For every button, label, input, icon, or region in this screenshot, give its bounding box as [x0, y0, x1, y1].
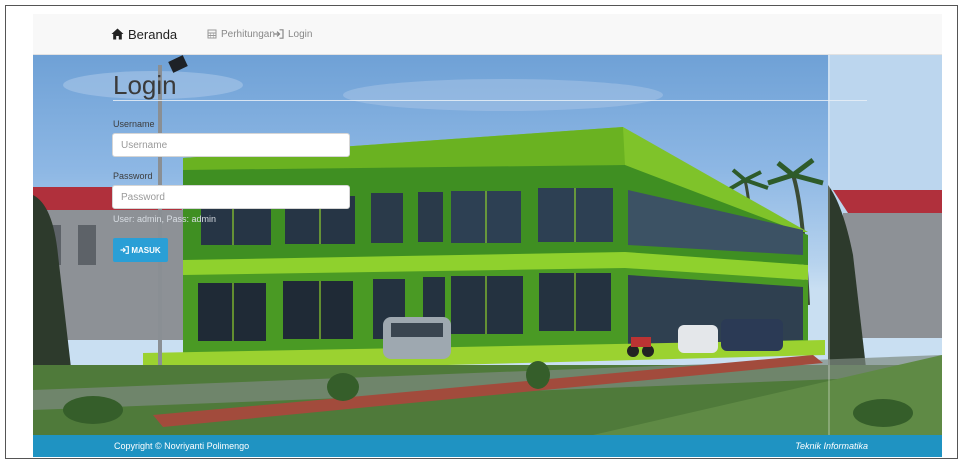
footer-brand: Teknik Informatika: [795, 441, 868, 451]
username-input[interactable]: [112, 133, 350, 157]
campus-building-image: [33, 55, 942, 435]
nav-beranda[interactable]: Beranda: [111, 14, 177, 54]
sign-in-icon: [120, 246, 130, 254]
nav-perhitungan[interactable]: Perhitungan: [207, 14, 275, 54]
login-title: Login: [113, 70, 177, 100]
copyright-text: Copyright © Novriyanti Polimengo: [114, 441, 250, 451]
nav-beranda-label: Beranda: [128, 26, 178, 42]
nav-login-label: Login: [288, 28, 313, 40]
masuk-button-label: MASUK: [131, 245, 161, 255]
nav-login[interactable]: Login: [273, 14, 312, 54]
nav-perhitungan-label: Perhitungan: [221, 28, 275, 40]
credentials-hint: User: admin, Pass: admin: [113, 214, 217, 224]
calculator-icon: [207, 29, 217, 39]
background-photo: [33, 55, 942, 435]
navbar: Beranda Perhitungan Login: [33, 14, 942, 55]
masuk-button[interactable]: MASUK: [113, 238, 168, 262]
sign-in-icon: [273, 29, 284, 39]
home-icon: [111, 28, 124, 40]
password-label: Password: [113, 171, 153, 181]
footer: Copyright © Novriyanti Polimengo Teknik …: [33, 435, 942, 457]
title-divider: [113, 100, 867, 101]
username-label: Username: [113, 119, 155, 129]
password-input[interactable]: [112, 185, 350, 209]
